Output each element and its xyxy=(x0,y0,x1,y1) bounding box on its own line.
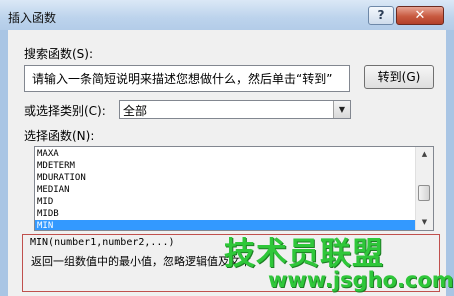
window-title: 插入函数 xyxy=(8,11,57,25)
scroll-up-icon[interactable]: ▲ xyxy=(416,147,433,162)
function-list-item[interactable]: MIDB xyxy=(35,208,417,220)
function-syntax: MIN(number1,number2,...) xyxy=(30,237,175,248)
watermark-logo: 技术员联盟 xyxy=(224,236,384,272)
function-list-item[interactable]: MDURATION xyxy=(35,172,417,184)
scroll-thumb[interactable] xyxy=(418,185,430,201)
watermark-url: www.jsgho.com xyxy=(268,268,454,292)
close-button[interactable]: ✕ xyxy=(396,6,444,25)
scroll-down-icon[interactable]: ▼ xyxy=(416,215,433,230)
function-list-item[interactable]: MAXA xyxy=(35,148,417,160)
function-list[interactable]: MAXA MDETERM MDURATION MEDIAN MID MIDB MIN ▲ ▼ xyxy=(34,146,434,231)
function-list-scrollbar[interactable]: ▲ ▼ xyxy=(415,147,433,230)
search-label: 搜索函数(S): xyxy=(24,47,94,61)
search-input-text: 请输入一条简短说明来描述您想做什么，然后单击“转到” xyxy=(32,72,333,86)
title-bar: 插入函数 ? ✕ xyxy=(0,0,454,30)
function-list-item[interactable]: MEDIAN xyxy=(35,184,417,196)
goto-button[interactable]: 转到(G) xyxy=(364,65,434,89)
function-list-item[interactable]: MID xyxy=(35,196,417,208)
category-value: 全部 xyxy=(123,104,148,118)
help-button[interactable]: ? xyxy=(368,6,394,25)
chevron-down-icon[interactable]: ▼ xyxy=(333,101,350,118)
search-input[interactable]: 请输入一条简短说明来描述您想做什么，然后单击“转到” xyxy=(24,65,350,92)
function-description: 返回一组数值中的最小值，忽略逻辑值及文本 xyxy=(31,255,251,268)
function-list-item[interactable]: MDETERM xyxy=(35,160,417,172)
category-label: 或选择类别(C): xyxy=(24,104,106,118)
function-list-label: 选择函数(N): xyxy=(24,129,95,143)
category-select[interactable]: 全部 ▼ xyxy=(119,100,351,119)
